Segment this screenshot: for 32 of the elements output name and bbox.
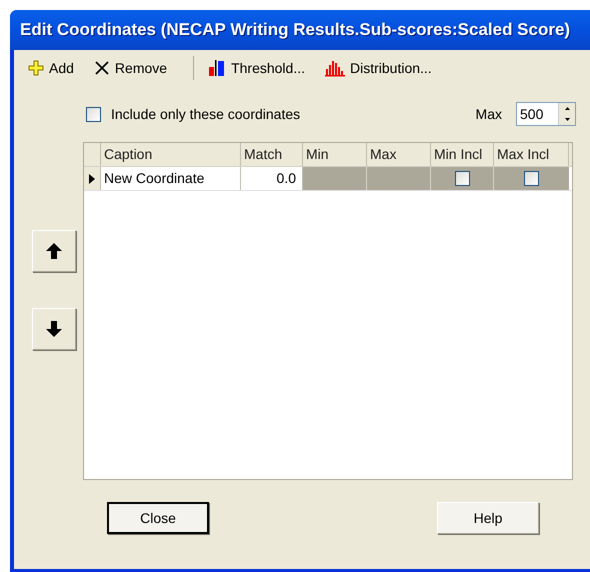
- toolbar-button[interactable]: Distribution...: [321, 55, 436, 81]
- arrow-up-icon: [44, 242, 62, 260]
- window-title: Edit Coordinates (NECAP Writing Results.Sub-scores:Scaled Score): [20, 19, 570, 42]
- caret-up-icon: [564, 107, 570, 110]
- toolbar-button[interactable]: Remove: [90, 55, 172, 81]
- max-spinner[interactable]: 500: [516, 102, 576, 126]
- spin-down-button[interactable]: [559, 114, 575, 125]
- toolbar-button[interactable]: Add: [24, 55, 78, 81]
- max-label: Max: [476, 104, 502, 124]
- move-up-button[interactable]: [32, 230, 76, 272]
- column-header[interactable]: Min Incl: [431, 143, 494, 166]
- checkbox-label: Include only these coordinates: [111, 104, 300, 124]
- checkbox[interactable]: [86, 106, 101, 122]
- column-header[interactable]: Min: [303, 143, 367, 166]
- spin-up-button[interactable]: [559, 103, 575, 114]
- bar-chart-icon: [208, 59, 226, 77]
- plus-icon: [28, 60, 44, 76]
- checkbox[interactable]: [524, 171, 539, 186]
- toolbar-button[interactable]: Threshold...: [204, 55, 309, 81]
- dialog-button[interactable]: Help: [437, 502, 539, 534]
- histogram-icon: [325, 59, 345, 77]
- move-down-button[interactable]: [32, 308, 76, 350]
- table-cell: New Coordinate: [101, 167, 241, 190]
- caret-down-icon: [564, 118, 570, 121]
- column-header[interactable]: Caption: [101, 143, 241, 166]
- checkbox[interactable]: [454, 171, 470, 186]
- column-header[interactable]: Max Incl: [494, 143, 569, 166]
- column-header[interactable]: Max: [367, 143, 431, 166]
- arrow-down-icon: [44, 320, 62, 338]
- column-header[interactable]: Match: [241, 143, 303, 166]
- dialog-button[interactable]: Close: [107, 502, 209, 534]
- close-icon: [94, 60, 110, 76]
